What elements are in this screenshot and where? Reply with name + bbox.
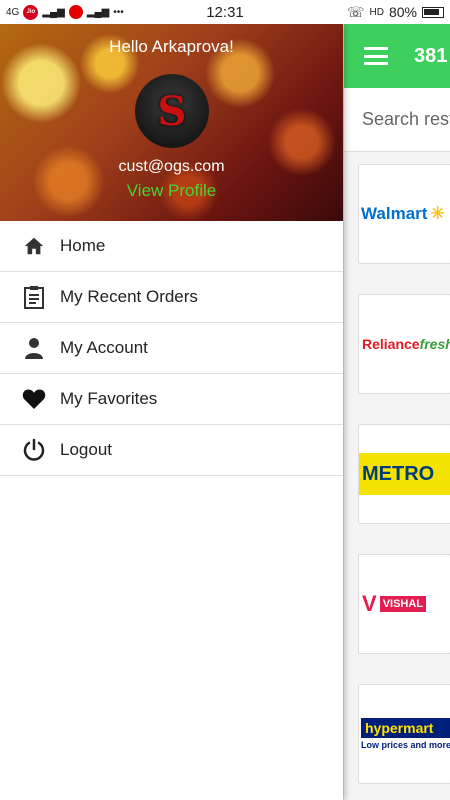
menu-label-recent-orders: My Recent Orders	[60, 287, 198, 306]
menu-item-recent-orders[interactable]: My Recent Orders	[0, 272, 343, 323]
view-profile-link[interactable]: View Profile	[0, 181, 343, 201]
clipboard-icon	[22, 285, 46, 309]
battery-icon	[422, 6, 444, 18]
drawer-header: Hello Arkaprova! S cust@ogs.com View Pro…	[0, 24, 343, 221]
hamburger-menu-icon[interactable]	[364, 47, 388, 65]
avatar[interactable]: S	[135, 74, 209, 148]
store-card-metro[interactable]: METRO	[358, 424, 450, 524]
search-input[interactable]: Search rest	[344, 88, 450, 152]
jio-icon: Jio	[23, 4, 39, 20]
menu-label-logout: Logout	[60, 440, 112, 459]
background-app: 381 Search rest Walmart✳ Reliancefresh M…	[343, 24, 450, 800]
menu-item-favorites[interactable]: My Favorites	[0, 374, 343, 425]
power-icon	[22, 438, 46, 462]
superman-emblem-icon: S	[157, 87, 187, 135]
status-right: ☏ HD 80%	[347, 4, 444, 21]
home-icon	[22, 234, 46, 258]
status-bar: 4G Jio ▂▄▆ ▂▄▆ ••• 12:31 ☏ HD 80%	[0, 0, 450, 24]
greeting-text: Hello Arkaprova!	[109, 37, 234, 56]
metro-logo: METRO	[359, 453, 450, 495]
signal-icon: ▂▄▆	[42, 6, 65, 18]
menu-label-favorites: My Favorites	[60, 389, 158, 408]
menu-item-logout[interactable]: Logout	[0, 425, 343, 476]
store-card-vishal[interactable]: V VISHAL	[358, 554, 450, 654]
toolbar-title: 381	[414, 44, 448, 67]
volte-icon: ☏	[347, 3, 365, 20]
menu-label-my-account: My Account	[60, 338, 148, 357]
airtel-icon	[68, 5, 83, 19]
person-icon	[22, 336, 46, 360]
walmart-logo: Walmart ✳	[361, 204, 445, 223]
screen: 4G Jio ▂▄▆ ▂▄▆ ••• 12:31 ☏ HD 80% 381 Se…	[0, 0, 450, 800]
app-toolbar: 381	[344, 24, 450, 88]
store-card-walmart[interactable]: Walmart ✳	[358, 164, 450, 264]
battery-percent: 80%	[388, 4, 417, 20]
menu-label-home: Home	[60, 236, 106, 255]
hd-label: HD	[369, 6, 384, 18]
user-email: cust@ogs.com	[118, 158, 225, 175]
more-notifications-icon: •••	[113, 6, 124, 18]
status-left: 4G Jio ▂▄▆ ▂▄▆ •••	[6, 4, 124, 20]
heart-icon	[22, 387, 46, 411]
menu-item-home[interactable]: Home	[0, 221, 343, 272]
network-type-label: 4G	[6, 6, 20, 18]
hypermart-logo: hypermart Low prices and more	[361, 718, 450, 750]
reliance-logo: Reliancefresh	[362, 336, 450, 352]
store-card-hypermart[interactable]: hypermart Low prices and more	[358, 684, 450, 784]
store-list: Walmart✳ Reliancefresh METRO VVISHAL hyp…	[344, 152, 450, 784]
vishal-logo: V VISHAL	[359, 591, 427, 617]
store-card-reliance[interactable]: Reliancefresh	[358, 294, 450, 394]
menu-item-my-account[interactable]: My Account	[0, 323, 343, 374]
signal-icon-2: ▂▄▆	[86, 6, 110, 18]
navigation-drawer: Hello Arkaprova! S cust@ogs.com View Pro…	[0, 24, 343, 800]
